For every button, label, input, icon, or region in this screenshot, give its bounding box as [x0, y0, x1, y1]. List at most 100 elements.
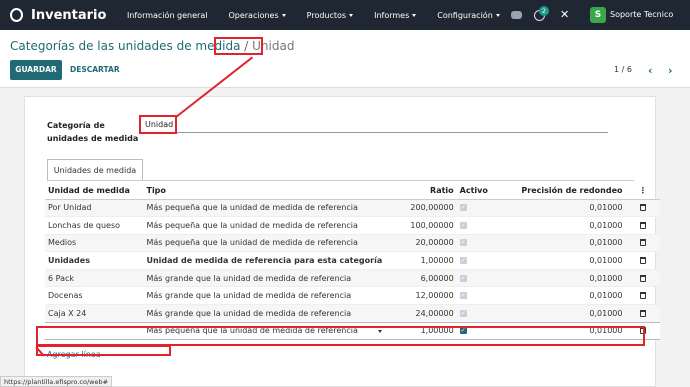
cell-unit: Medios — [45, 233, 144, 252]
annotation-box-edit-row — [36, 326, 645, 346]
cell-active: ✓ — [456, 216, 509, 235]
active-checkbox[interactable]: ✓ — [459, 274, 467, 282]
cell-type: Más pequeña que la unidad de medida de r… — [143, 233, 386, 252]
pager-value[interactable]: 1 / 6 — [614, 65, 632, 74]
uom-table: Unidad de medida Tipo Ratio Activo Preci… — [45, 182, 660, 341]
active-checkbox[interactable]: ✓ — [459, 221, 467, 229]
col-header-rounding[interactable]: Precisión de redondeo — [508, 182, 626, 200]
table-row[interactable]: Por Unidad Más pequeña que la unidad de … — [45, 198, 660, 217]
avatar[interactable]: S — [590, 7, 606, 23]
active-checkbox[interactable]: ✓ — [459, 204, 467, 212]
cell-rounding: 0,01000 — [508, 304, 626, 323]
tools-icon[interactable]: ✕ — [560, 8, 569, 21]
annotation-box-category — [139, 115, 177, 134]
app-name[interactable]: Inventario — [31, 8, 106, 23]
col-header-ratio[interactable]: Ratio — [385, 182, 457, 200]
menu-informacion-general[interactable]: Información general — [116, 11, 218, 20]
cell-type: Más pequeña que la unidad de medida de r… — [143, 216, 386, 235]
table-row[interactable]: Lonchas de queso Más pequeña que la unid… — [45, 216, 660, 235]
control-panel: Categorías de las unidades de medida / U… — [0, 30, 690, 88]
cell-unit: Docenas — [45, 286, 144, 305]
cell-ratio: 12,00000 — [385, 286, 457, 305]
cell-active: ✓ — [456, 251, 509, 270]
cell-delete — [625, 233, 660, 252]
cell-rounding: 0,01000 — [508, 251, 626, 270]
cell-ratio: 200,00000 — [385, 198, 457, 217]
table-row[interactable]: Medios Más pequeña que la unidad de medi… — [45, 233, 660, 252]
cell-ratio: 1,00000 — [385, 251, 457, 270]
chat-icon[interactable] — [511, 11, 522, 19]
cell-delete — [625, 198, 660, 217]
cell-active: ✓ — [456, 286, 509, 305]
cell-delete — [625, 251, 660, 270]
chevron-down-icon — [281, 13, 286, 17]
table-header-row: Unidad de medida Tipo Ratio Activo Preci… — [45, 182, 660, 200]
table-row[interactable]: Caja X 24 Más grande que la unidad de me… — [45, 304, 660, 323]
main-menu: Información general Operaciones Producto… — [116, 11, 510, 20]
menu-informes[interactable]: Informes — [364, 11, 427, 20]
cell-unit: Unidades — [45, 251, 144, 270]
col-header-unit[interactable]: Unidad de medida — [45, 182, 144, 200]
table-row[interactable]: 6 Pack Más grande que la unidad de medid… — [45, 268, 660, 287]
col-header-type[interactable]: Tipo — [143, 182, 386, 200]
column-options-icon[interactable]: ⋮ — [625, 182, 660, 200]
discard-button[interactable]: DESCARTAR — [70, 60, 120, 80]
breadcrumb-parent[interactable]: Categorías de las unidades de medida — [10, 39, 240, 53]
active-checkbox[interactable]: ✓ — [459, 309, 467, 317]
trash-icon[interactable] — [639, 292, 646, 300]
cell-unit: 6 Pack — [45, 268, 144, 287]
cell-active: ✓ — [456, 304, 509, 323]
cell-type: Unidad de medida de referencia para esta… — [143, 251, 386, 270]
cell-active: ✓ — [456, 233, 509, 252]
trash-icon[interactable] — [639, 309, 646, 317]
trash-icon[interactable] — [639, 239, 646, 247]
chevron-down-icon — [349, 13, 354, 17]
pager-next-button[interactable]: › — [668, 64, 673, 77]
trash-icon[interactable] — [639, 204, 646, 212]
menu-productos[interactable]: Productos — [296, 11, 363, 20]
cell-type: Más grande que la unidad de medida de re… — [143, 304, 386, 323]
category-field-underline — [143, 132, 608, 133]
active-checkbox[interactable]: ✓ — [459, 239, 467, 247]
cell-delete — [625, 216, 660, 235]
cell-delete — [625, 268, 660, 287]
menu-configuracion[interactable]: Configuración — [427, 11, 511, 20]
app-logo-icon[interactable] — [10, 8, 23, 22]
tab-divider — [47, 180, 634, 181]
table-row[interactable]: Docenas Más grande que la unidad de medi… — [45, 286, 660, 305]
cell-rounding: 0,01000 — [508, 268, 626, 287]
cell-type: Más grande que la unidad de medida de re… — [143, 268, 386, 287]
trash-icon[interactable] — [639, 274, 646, 282]
cell-unit: Caja X 24 — [45, 304, 144, 323]
browser-status-url: https://plantilla.efispro.co/web# — [0, 376, 113, 387]
active-checkbox[interactable]: ✓ — [459, 257, 467, 265]
col-header-active[interactable]: Activo — [456, 182, 509, 200]
cell-rounding: 0,01000 — [508, 286, 626, 305]
trash-icon[interactable] — [639, 221, 646, 229]
activity-badge: 2 — [539, 6, 549, 16]
cell-rounding: 0,01000 — [508, 198, 626, 217]
cell-active: ✓ — [456, 268, 509, 287]
cell-ratio: 20,00000 — [385, 233, 457, 252]
cell-rounding: 0,01000 — [508, 233, 626, 252]
chevron-down-icon — [495, 13, 500, 17]
tab-unidades-de-medida[interactable]: Unidades de medida — [47, 159, 143, 181]
active-checkbox[interactable]: ✓ — [459, 292, 467, 300]
cell-unit: Por Unidad — [45, 198, 144, 217]
annotation-box-breadcrumb — [214, 37, 263, 55]
cell-type: Más grande que la unidad de medida de re… — [143, 286, 386, 305]
cell-ratio: 24,00000 — [385, 304, 457, 323]
table-row-reference[interactable]: Unidades Unidad de medida de referencia … — [45, 251, 660, 270]
annotation-box-add-line — [36, 345, 171, 356]
cell-delete — [625, 304, 660, 323]
cell-type: Más pequeña que la unidad de medida de r… — [143, 198, 386, 217]
cell-ratio: 100,00000 — [385, 216, 457, 235]
save-button[interactable]: GUARDAR — [10, 60, 62, 80]
user-name[interactable]: Soporte Tecnico — [610, 10, 673, 19]
chevron-down-icon — [412, 13, 417, 17]
cell-unit: Lonchas de queso — [45, 216, 144, 235]
menu-operaciones[interactable]: Operaciones — [218, 11, 296, 20]
trash-icon[interactable] — [639, 257, 646, 265]
pager-prev-button[interactable]: ‹ — [648, 64, 653, 77]
cell-active: ✓ — [456, 198, 509, 217]
